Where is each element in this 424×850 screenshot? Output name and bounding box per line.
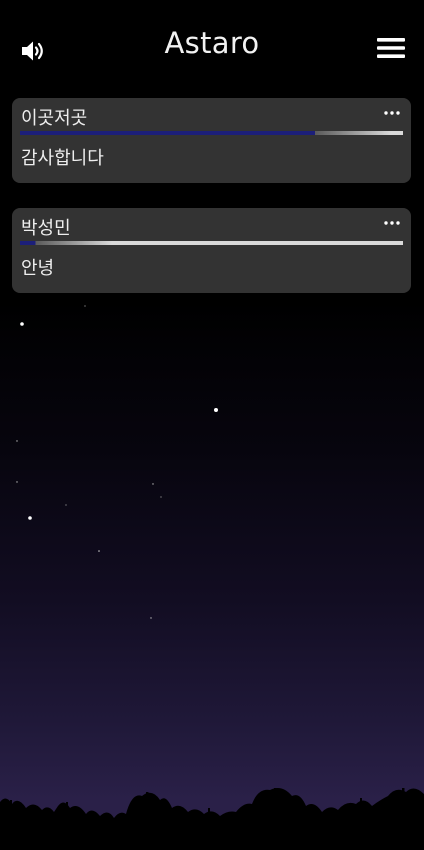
post-progress-bar: [20, 241, 403, 245]
post-more-button[interactable]: [381, 212, 403, 234]
star: [84, 305, 86, 307]
sound-toggle-button[interactable]: [19, 38, 47, 64]
app-header: Astaro: [0, 0, 424, 95]
star: [65, 504, 67, 506]
post-author: 이곳저곳: [21, 108, 88, 129]
star: [214, 408, 218, 412]
star: [150, 617, 152, 619]
post-message: 안녕: [21, 258, 55, 279]
star: [28, 516, 32, 520]
post-card[interactable]: 이곳저곳 감사합니다: [12, 98, 411, 183]
treeline-silhouette: [0, 788, 424, 850]
hamburger-menu-icon: [377, 38, 405, 58]
more-horizontal-icon: [384, 221, 400, 225]
star: [98, 550, 100, 552]
post-author: 박성민: [21, 218, 71, 239]
post-card[interactable]: 박성민 안녕: [12, 208, 411, 293]
post-message: 감사합니다: [21, 148, 104, 169]
star: [16, 481, 18, 483]
star: [152, 483, 154, 485]
post-progress-bar: [20, 131, 403, 135]
star: [160, 496, 162, 498]
app-title: Astaro: [164, 26, 260, 60]
menu-button[interactable]: [376, 36, 406, 60]
star: [16, 440, 18, 442]
star: [20, 322, 24, 326]
more-horizontal-icon: [384, 111, 400, 115]
speaker-volume-icon: [22, 41, 43, 61]
post-more-button[interactable]: [381, 102, 403, 124]
